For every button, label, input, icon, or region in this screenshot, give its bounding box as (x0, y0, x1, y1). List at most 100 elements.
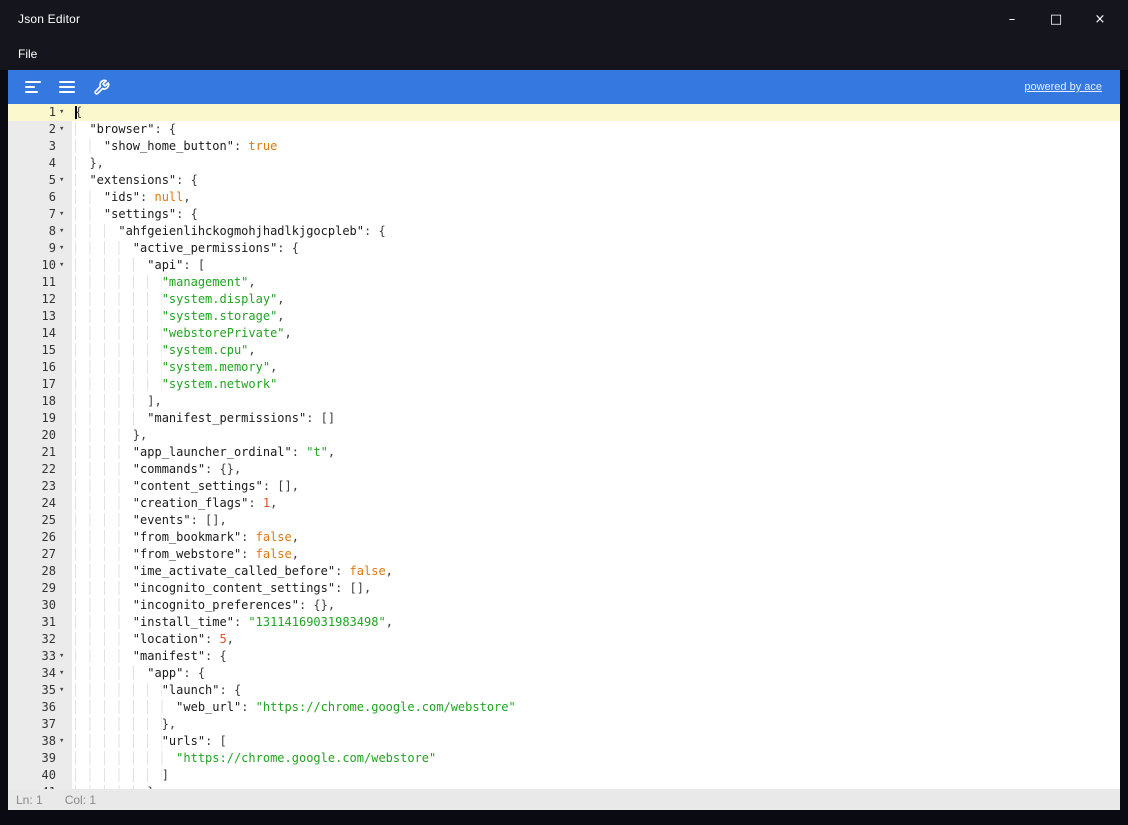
code-line[interactable]: "install_time": "13114169031983498", (72, 614, 1120, 631)
gutter-cell[interactable]: 40 (8, 767, 72, 784)
code-line[interactable]: "from_webstore": false, (72, 546, 1120, 563)
code-line[interactable]: "system.memory", (72, 359, 1120, 376)
fold-arrow-icon[interactable]: ▾ (59, 172, 72, 189)
gutter-cell[interactable]: 37 (8, 716, 72, 733)
gutter-cell[interactable]: 16 (8, 359, 72, 376)
gutter-cell[interactable]: 33▾ (8, 648, 72, 665)
gutter-cell[interactable]: 22 (8, 461, 72, 478)
code-line[interactable]: "active_permissions": { (72, 240, 1120, 257)
code-line[interactable]: "https://chrome.google.com/webstore" (72, 750, 1120, 767)
gutter-cell[interactable]: 34▾ (8, 665, 72, 682)
fold-arrow-icon[interactable]: ▾ (59, 257, 72, 274)
gutter-cell[interactable]: 9▾ (8, 240, 72, 257)
code-line[interactable]: "content_settings": [], (72, 478, 1120, 495)
code-line[interactable]: "web_url": "https://chrome.google.com/we… (72, 699, 1120, 716)
minimize-button[interactable]: – (990, 3, 1034, 35)
gutter-cell[interactable]: 7▾ (8, 206, 72, 223)
code-line[interactable]: "from_bookmark": false, (72, 529, 1120, 546)
gutter-cell[interactable]: 38▾ (8, 733, 72, 750)
code-line[interactable]: "settings": { (72, 206, 1120, 223)
gutter-cell[interactable]: 6 (8, 189, 72, 206)
fold-arrow-icon[interactable]: ▾ (59, 223, 72, 240)
gutter-cell[interactable]: 24 (8, 495, 72, 512)
code-line[interactable]: "events": [], (72, 512, 1120, 529)
gutter-cell[interactable]: 30 (8, 597, 72, 614)
gutter-cell[interactable]: 27 (8, 546, 72, 563)
code-line[interactable]: "app_launcher_ordinal": "t", (72, 444, 1120, 461)
code-line[interactable]: "system.storage", (72, 308, 1120, 325)
fold-arrow-icon[interactable]: ▾ (59, 240, 72, 257)
gutter-cell[interactable]: 8▾ (8, 223, 72, 240)
gutter-cell[interactable]: 25 (8, 512, 72, 529)
gutter-cell[interactable]: 21 (8, 444, 72, 461)
gutter-cell[interactable]: 26 (8, 529, 72, 546)
code-line[interactable]: "urls": [ (72, 733, 1120, 750)
gutter-cell[interactable]: 4 (8, 155, 72, 172)
gutter-cell[interactable]: 18 (8, 393, 72, 410)
gutter-cell[interactable]: 17 (8, 376, 72, 393)
gutter-cell[interactable]: 5▾ (8, 172, 72, 189)
fold-arrow-icon[interactable]: ▾ (59, 104, 72, 121)
code-line[interactable]: "ids": null, (72, 189, 1120, 206)
gutter-cell[interactable]: 1▾ (8, 104, 72, 121)
gutter-cell[interactable]: 20 (8, 427, 72, 444)
code-line[interactable]: }, (72, 427, 1120, 444)
gutter-cell[interactable]: 15 (8, 342, 72, 359)
code-line[interactable]: "api": [ (72, 257, 1120, 274)
code-line[interactable]: "webstorePrivate", (72, 325, 1120, 342)
gutter-cell[interactable]: 31 (8, 614, 72, 631)
fold-arrow-icon[interactable]: ▾ (59, 665, 72, 682)
code-line[interactable]: "creation_flags": 1, (72, 495, 1120, 512)
gutter-cell[interactable]: 3 (8, 138, 72, 155)
gutter-cell[interactable]: 2▾ (8, 121, 72, 138)
fold-arrow-icon[interactable]: ▾ (59, 206, 72, 223)
code-line[interactable]: "system.network" (72, 376, 1120, 393)
gutter-cell[interactable]: 10▾ (8, 257, 72, 274)
code-line[interactable]: "incognito_preferences": {}, (72, 597, 1120, 614)
gutter-cell[interactable]: 14 (8, 325, 72, 342)
code-line[interactable]: "ime_activate_called_before": false, (72, 563, 1120, 580)
gutter-cell[interactable]: 19 (8, 410, 72, 427)
gutter-cell[interactable]: 29 (8, 580, 72, 597)
repair-button[interactable] (88, 74, 114, 100)
code-line[interactable]: "extensions": { (72, 172, 1120, 189)
code-line[interactable]: "manifest": { (72, 648, 1120, 665)
code-line[interactable]: ], (72, 393, 1120, 410)
code-line[interactable]: "commands": {}, (72, 461, 1120, 478)
code-line[interactable]: "incognito_content_settings": [], (72, 580, 1120, 597)
gutter-cell[interactable]: 23 (8, 478, 72, 495)
minify-button[interactable] (20, 74, 46, 100)
code-line[interactable]: "system.cpu", (72, 342, 1120, 359)
gutter-cell[interactable]: 13 (8, 308, 72, 325)
menu-item-file[interactable]: File (0, 47, 55, 61)
code-line[interactable]: "app": { (72, 665, 1120, 682)
beautify-button[interactable] (54, 74, 80, 100)
gutter-cell[interactable]: 36 (8, 699, 72, 716)
close-button[interactable]: × (1078, 3, 1122, 35)
code-line[interactable]: "browser": { (72, 121, 1120, 138)
gutter-cell[interactable]: 35▾ (8, 682, 72, 699)
code-line[interactable]: }, (72, 716, 1120, 733)
code-line[interactable]: "location": 5, (72, 631, 1120, 648)
gutter-cell[interactable]: 12 (8, 291, 72, 308)
code-line[interactable]: ] (72, 767, 1120, 784)
powered-by-ace-link[interactable]: powered by ace (1024, 81, 1108, 93)
code-line[interactable]: "launch": { (72, 682, 1120, 699)
code-line[interactable]: "management", (72, 274, 1120, 291)
code-line[interactable]: }, (72, 155, 1120, 172)
code-line[interactable]: "manifest_permissions": [] (72, 410, 1120, 427)
code-line[interactable]: } (72, 784, 1120, 789)
gutter-cell[interactable]: 32 (8, 631, 72, 648)
fold-arrow-icon[interactable]: ▾ (59, 121, 72, 138)
code-line[interactable]: "show_home_button": true (72, 138, 1120, 155)
code-line[interactable]: "ahfgeienlihckogmohjhadlkjgocpleb": { (72, 223, 1120, 240)
maximize-button[interactable]: □ (1034, 3, 1078, 35)
code-line[interactable]: { (72, 104, 1120, 121)
fold-arrow-icon[interactable]: ▾ (59, 648, 72, 665)
gutter-cell[interactable]: 28 (8, 563, 72, 580)
gutter-cell[interactable]: 11 (8, 274, 72, 291)
fold-arrow-icon[interactable]: ▾ (59, 733, 72, 750)
json-editor[interactable]: 1▾2▾345▾67▾8▾9▾10▾1112131415161718192021… (8, 104, 1120, 789)
code-line[interactable]: "system.display", (72, 291, 1120, 308)
fold-arrow-icon[interactable]: ▾ (59, 682, 72, 699)
